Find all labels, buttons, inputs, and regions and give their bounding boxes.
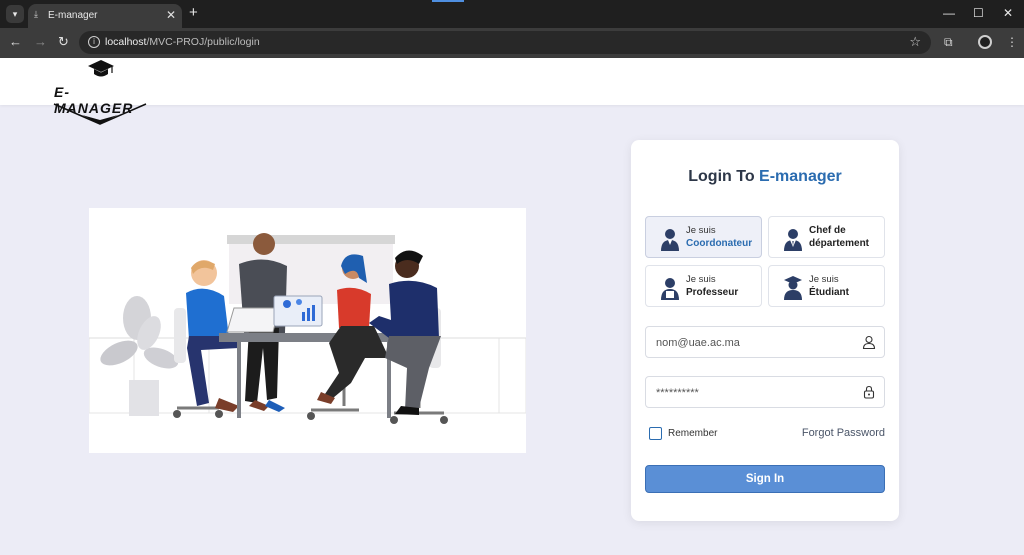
sign-in-button[interactable]: Sign In [645,465,885,493]
role-label: département [809,238,870,249]
back-arrow-icon[interactable]: ← [9,34,22,49]
site-header [0,58,1024,105]
email-input[interactable] [656,334,856,352]
remember-label: Remember [668,428,718,439]
login-card: Login To E-manager Je suis Coordonateur … [631,140,899,521]
forward-arrow-icon[interactable]: → [34,34,47,49]
role-label: Professeur [686,287,739,298]
role-prefix: Chef de [809,225,846,236]
student-avatar-icon [784,276,802,300]
department-head-avatar-icon [784,229,802,251]
tab-close-icon[interactable]: ✕ [166,8,176,22]
close-window-button[interactable]: ✕ [1003,6,1013,20]
logo-chevron-shape [53,103,147,125]
reload-icon[interactable]: ↻ [58,34,69,50]
meeting-scene-image [88,208,527,453]
password-input[interactable] [656,384,856,402]
bookmark-star-icon[interactable]: ☆ [909,34,921,50]
new-tab-button[interactable]: + [189,4,198,21]
tab-indicator [432,0,464,2]
profile-avatar-icon[interactable] [978,35,992,49]
role-prefix: Je suis [809,274,839,285]
browser-tab-bar: ▾ ⤓ E-manager ✕ + — ☐ ✕ [0,0,1024,28]
role-etudiant[interactable]: Je suis Étudiant [768,265,885,307]
coordinator-avatar-icon [661,229,679,251]
role-prefix: Je suis [686,225,716,236]
minimize-button[interactable]: — [943,6,955,20]
site-logo[interactable]: E-MANAGER [52,58,148,126]
lock-icon [863,385,875,399]
team-meeting-illustration [88,208,527,453]
graduation-cap-icon [88,60,114,77]
role-prefix: Je suis [686,274,716,285]
forgot-password-link[interactable]: Forgot Password [802,427,885,439]
site-info-icon[interactable]: i [88,36,100,48]
tab-title: E-manager [48,10,98,21]
role-coordonateur[interactable]: Je suis Coordonateur [645,216,762,258]
browser-tab[interactable]: ⤓ E-manager ✕ [28,4,182,28]
url-text: localhost/MVC-PROJ/public/login [105,36,260,48]
professor-avatar-icon [661,278,679,300]
role-label: Étudiant [809,287,849,298]
email-field[interactable] [645,326,885,358]
remember-checkbox[interactable] [649,427,662,440]
maximize-button[interactable]: ☐ [973,6,984,20]
browser-toolbar: ← → ↻ i localhost/MVC-PROJ/public/login … [0,28,1024,58]
download-icon: ⤓ [34,9,38,19]
extensions-puzzle-icon[interactable]: ⧉ [944,35,953,50]
role-chef-departement[interactable]: Chef de département [768,216,885,258]
password-field[interactable] [645,376,885,408]
browser-menu-icon[interactable]: ⋮ [1006,35,1018,49]
role-label: Coordonateur [686,238,753,249]
role-professeur[interactable]: Je suis Professeur [645,265,762,307]
tab-search-chevron-icon[interactable]: ▾ [6,5,24,23]
address-bar[interactable]: i localhost/MVC-PROJ/public/login ☆ [79,31,931,54]
login-title: Login To E-manager [688,168,842,185]
user-icon [862,335,876,349]
